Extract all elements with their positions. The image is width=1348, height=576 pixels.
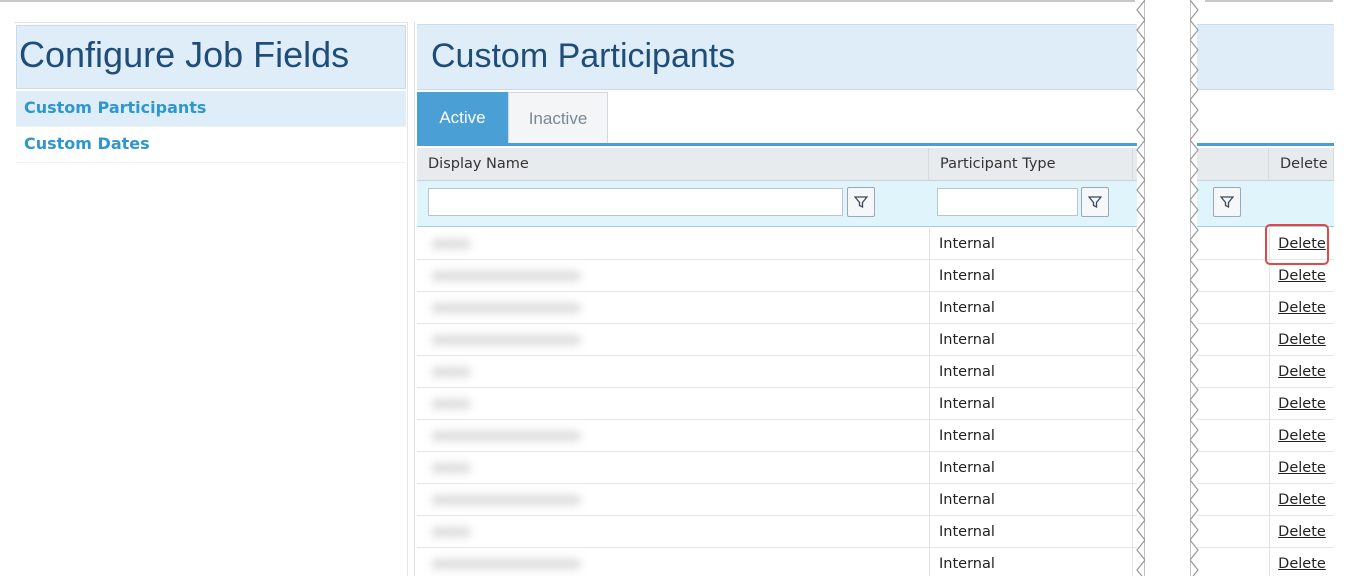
filter-cell-display-name: [417, 181, 929, 227]
display-name-filter-button[interactable]: [847, 187, 875, 217]
participant-type-cell: Internal: [929, 228, 1133, 260]
redacted-name: [431, 270, 581, 282]
column-header-display-name[interactable]: Display Name: [417, 148, 929, 181]
torn-gap: [1137, 0, 1197, 576]
sidebar-item-custom-dates[interactable]: Custom Dates: [16, 127, 406, 163]
delete-link[interactable]: Delete: [1278, 460, 1326, 476]
delete-cell: Delete: [1269, 388, 1334, 420]
filter-cell-delete: [1269, 181, 1334, 227]
partial-column-filter-button[interactable]: [1213, 187, 1241, 217]
participant-type-cell: Internal: [929, 452, 1133, 484]
display-name-cell: [417, 516, 929, 548]
delete-cell: Delete: [1269, 356, 1334, 388]
delete-link[interactable]: Delete: [1278, 332, 1326, 348]
filter-icon: [1220, 196, 1234, 209]
delete-cell: Delete: [1269, 548, 1334, 576]
participant-type-cell: Internal: [929, 516, 1133, 548]
redacted-name: [431, 366, 471, 378]
display-name-cell: [417, 388, 929, 420]
torn-edge-right: [1190, 0, 1199, 576]
redacted-name: [431, 238, 471, 250]
redacted-name: [431, 462, 471, 474]
redacted-name: [431, 558, 581, 570]
tab-active[interactable]: Active: [417, 92, 508, 144]
participant-type-filter-input[interactable]: [937, 188, 1078, 216]
redacted-name: [431, 494, 581, 506]
filter-icon: [854, 196, 868, 209]
participant-type-cell: Internal: [929, 548, 1133, 576]
redacted-name: [431, 334, 581, 346]
delete-link[interactable]: Delete: [1278, 492, 1326, 508]
redacted-name: [431, 302, 581, 314]
display-name-cell: [417, 452, 929, 484]
tab-bar: Active Inactive: [417, 92, 608, 144]
sidebar-item-custom-participants[interactable]: Custom Participants: [16, 91, 406, 127]
top-divider: [0, 0, 1135, 2]
filter-icon: [1088, 196, 1102, 209]
delete-link[interactable]: Delete: [1278, 268, 1326, 284]
redacted-name: [431, 430, 581, 442]
delete-cell: Delete: [1269, 516, 1334, 548]
participant-type-cell: Internal: [929, 356, 1133, 388]
delete-link[interactable]: Delete: [1278, 364, 1326, 380]
delete-link[interactable]: Delete: [1278, 428, 1326, 444]
redacted-name: [431, 398, 471, 410]
delete-highlight-annotation: [1265, 224, 1329, 265]
participant-type-cell: Internal: [929, 324, 1133, 356]
display-name-filter-input[interactable]: [428, 188, 843, 216]
delete-cell: Delete: [1269, 452, 1334, 484]
participant-type-cell: Internal: [929, 484, 1133, 516]
participant-type-cell: Internal: [929, 388, 1133, 420]
sidebar-title: Configure Job Fields: [16, 25, 406, 89]
participant-type-filter-button[interactable]: [1081, 187, 1109, 217]
redacted-name: [431, 526, 471, 538]
sidebar: Configure Job Fields Custom Participants…: [14, 22, 408, 576]
delete-link[interactable]: Delete: [1278, 396, 1326, 412]
display-name-cell: [417, 356, 929, 388]
column-header-participant-type[interactable]: Participant Type: [929, 148, 1133, 181]
participant-type-cell: Internal: [929, 260, 1133, 292]
display-name-cell: [417, 228, 929, 260]
delete-link[interactable]: Delete: [1278, 524, 1326, 540]
delete-link[interactable]: Delete: [1278, 300, 1326, 316]
top-divider-right: [1205, 0, 1333, 2]
torn-edge-left: [1136, 0, 1145, 576]
delete-cell: Delete: [1269, 324, 1334, 356]
column-header-delete[interactable]: Delete: [1269, 148, 1334, 181]
participant-type-cell: Internal: [929, 420, 1133, 452]
delete-link[interactable]: Delete: [1278, 556, 1326, 572]
filter-cell-participant-type: [929, 181, 1133, 227]
participant-type-cell: Internal: [929, 292, 1133, 324]
delete-cell: Delete: [1269, 484, 1334, 516]
tab-inactive[interactable]: Inactive: [508, 92, 608, 144]
delete-cell: Delete: [1269, 420, 1334, 452]
delete-cell: Delete: [1269, 292, 1334, 324]
sidebar-nav: Custom Participants Custom Dates: [16, 91, 406, 163]
